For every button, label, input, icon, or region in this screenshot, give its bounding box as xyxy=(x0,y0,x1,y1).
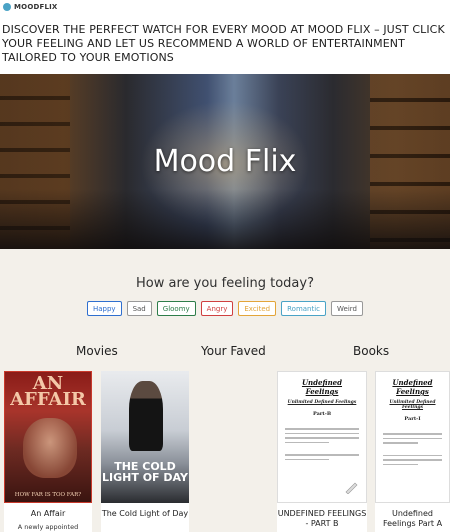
text-line xyxy=(383,433,442,435)
mood-button-excited[interactable]: Excited xyxy=(238,301,277,316)
mood-button-gloomy[interactable]: Gloomy xyxy=(156,301,196,316)
top-bar: MOODFLIX xyxy=(0,0,450,14)
text-line xyxy=(285,437,359,439)
books-heading: Books xyxy=(353,344,390,358)
text-line xyxy=(383,454,442,456)
book-card[interactable]: Undefined Feelings Unlimited Defined Fee… xyxy=(375,371,450,532)
hero-banner: Mood Flix xyxy=(0,74,450,249)
poster-title: THE COLD LIGHT OF DAY xyxy=(102,460,188,484)
mood-section: How are you feeling today? Happy Sad Glo… xyxy=(0,249,450,532)
doc-title: Undefined Feelings xyxy=(301,378,343,396)
movie-card[interactable]: THE COLD LIGHT OF DAY The Cold Light of … xyxy=(101,371,189,532)
doc-title: Undefined Feelings xyxy=(392,378,433,396)
poster-figure xyxy=(129,381,163,451)
hero-floor xyxy=(0,189,450,249)
headline: DISCOVER THE PERFECT WATCH FOR EVERY MOO… xyxy=(2,23,445,64)
text-line xyxy=(285,454,359,456)
doc-subtitle: Unlimited Defined Feelings xyxy=(287,400,357,405)
text-line xyxy=(383,463,419,465)
text-line xyxy=(383,459,442,461)
movie-poster[interactable]: THE COLD LIGHT OF DAY xyxy=(101,371,189,503)
text-line xyxy=(383,437,442,439)
movie-poster[interactable]: AN AFFAIR HOW FAR IS TOO FAR? xyxy=(4,371,92,503)
movie-card[interactable]: AN AFFAIR HOW FAR IS TOO FAR? An Affair … xyxy=(4,371,92,532)
book-cover[interactable]: Undefined Feelings Unlimited Defined Fee… xyxy=(375,371,450,503)
faved-heading: Your Faved xyxy=(201,344,266,358)
book-title[interactable]: UNDEFINED FEELINGS - PART B xyxy=(277,509,367,529)
text-line xyxy=(285,458,330,460)
movies-heading: Movies xyxy=(76,344,118,358)
logo-icon xyxy=(3,3,11,11)
hero-title: Mood Flix xyxy=(153,144,297,179)
mood-button-sad[interactable]: Sad xyxy=(126,301,152,316)
mood-button-angry[interactable]: Angry xyxy=(200,301,234,316)
text-line xyxy=(285,432,359,434)
mood-options: Happy Sad Gloomy Angry Excited Romantic … xyxy=(0,301,450,316)
mood-question: How are you feeling today? xyxy=(136,276,314,291)
mood-button-happy[interactable]: Happy xyxy=(86,301,122,316)
movie-title[interactable]: The Cold Light of Day xyxy=(101,509,189,519)
movie-description: A newly appointed xyxy=(17,523,79,531)
poster-title: AN AFFAIR xyxy=(10,373,86,410)
mood-button-romantic[interactable]: Romantic xyxy=(281,301,327,316)
brand-name[interactable]: MOODFLIX xyxy=(14,3,58,11)
mood-button-weird[interactable]: Weird xyxy=(331,301,363,316)
text-line xyxy=(285,428,359,430)
poster-figure xyxy=(23,418,77,478)
book-title[interactable]: Undefined Feelings Part A xyxy=(375,509,450,529)
book-card[interactable]: Undefined Feelings Unlimited Defined Fee… xyxy=(277,371,367,532)
poster-tagline: HOW FAR IS TOO FAR? xyxy=(14,492,82,498)
pen-icon xyxy=(345,482,358,494)
movie-title[interactable]: An Affair xyxy=(4,509,92,519)
book-cover[interactable]: Undefined Feelings Unlimited Defined Fee… xyxy=(277,371,367,503)
doc-subtitle: Unlimited Defined Feelings xyxy=(389,400,436,410)
